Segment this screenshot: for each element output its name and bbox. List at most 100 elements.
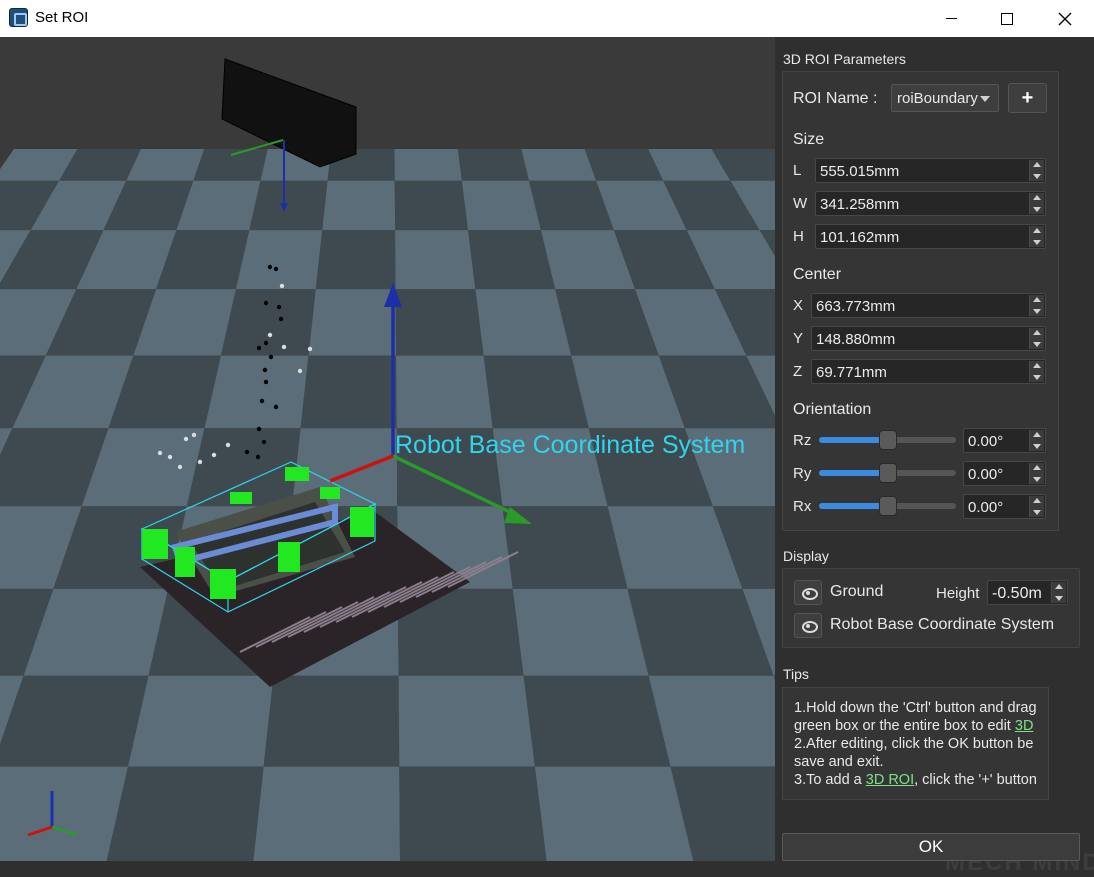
point-cloud-dot [267,264,273,270]
center-y-field[interactable]: 148.880mm [811,326,1046,351]
tips-line: 3.To add a 3D ROI, click the '+' button [794,771,1048,789]
spin-arrows-icon[interactable] [1029,463,1044,484]
floor-tile [235,230,323,290]
rx-field[interactable]: 0.00° [963,494,1046,519]
size-w-label: W [793,195,808,212]
spin-arrows-icon[interactable] [1029,160,1044,181]
size-l-label: L [793,162,802,179]
point-cloud-dot [191,432,197,438]
floor-tile [128,675,274,767]
spin-arrows-icon[interactable] [1029,193,1044,214]
size-title: Size [793,131,825,148]
point-cloud-dot [263,379,269,385]
size-h-field[interactable]: 101.162mm [815,224,1046,249]
floor-tile [398,675,535,767]
floor-tile [263,675,400,767]
chevron-down-icon [980,96,990,102]
center-title: Center [793,266,842,283]
point-cloud-dot [183,436,189,442]
floor-tile [475,289,572,356]
roi-resize-handle [230,492,252,504]
display-title: Display [783,548,829,564]
slider-handle[interactable] [878,496,897,516]
3d-viewport[interactable]: Robot Base Coordinate System [0,37,775,861]
point-cloud-dot [177,464,183,470]
ground-label: Ground [830,583,884,600]
ry-slider[interactable] [819,463,956,483]
point-cloud-dot [263,340,269,346]
tips-link-3d-roi[interactable]: 3D ROI [866,772,914,788]
roi-resize-handle [142,529,168,559]
floor-tile [308,289,397,356]
tips-title: Tips [783,666,809,682]
floor-tile [523,675,671,767]
spin-arrows-icon[interactable] [1029,361,1044,382]
rx-slider[interactable] [819,496,956,516]
spin-arrows-icon[interactable] [1051,582,1066,603]
add-roi-button[interactable]: + [1008,83,1047,113]
center-x-field[interactable]: 663.773mm [811,293,1046,318]
center-x-label: X [793,297,804,314]
size-w-value: 341.258mm [820,196,900,213]
ry-field[interactable]: 0.00° [963,461,1046,486]
point-cloud-dot [273,404,279,410]
point-cloud-dot [297,368,303,374]
tips-text: green box or the entire box to edit [794,718,1015,734]
spin-arrows-icon[interactable] [1029,328,1044,349]
roi-resize-handle [350,507,374,537]
roi-resize-handle [278,542,300,572]
floor-tile [396,355,493,429]
floor-tile [457,149,530,181]
roi-resize-handle [210,569,236,599]
right-panel: 3D ROI Parameters ROI Name : roiBoundary… [775,37,1094,876]
center-y-label: Y [793,330,804,347]
height-value: -0.50m [992,585,1042,602]
rz-field[interactable]: 0.00° [963,428,1046,453]
height-label: Height [936,585,980,602]
spin-arrows-icon[interactable] [1029,430,1044,451]
floor-tile [512,588,649,676]
slider-handle[interactable] [878,430,897,450]
point-cloud-dot [167,454,173,460]
roi-name-select[interactable]: roiBoundary [891,84,999,112]
rz-slider[interactable] [819,430,956,450]
spin-arrows-icon[interactable] [1029,226,1044,247]
floor-tile [468,230,556,290]
floor-tile [648,675,775,767]
point-cloud-dot [268,354,274,360]
floor-tile [106,766,264,861]
ok-button[interactable]: OK [782,833,1080,861]
point-cloud-dot [273,266,279,272]
slider-handle[interactable] [878,463,897,483]
spin-arrows-icon[interactable] [1029,496,1044,517]
center-z-label: Z [793,363,803,380]
maximize-button[interactable] [978,0,1036,37]
robot-base-visibility-toggle[interactable] [794,613,822,638]
point-cloud-dot [262,367,268,373]
point-cloud-dot [263,300,269,306]
rx-label: Rx [793,498,812,515]
center-y-value: 148.880mm [816,331,896,348]
center-z-value: 69.771mm [816,364,887,381]
close-button[interactable] [1036,0,1094,37]
app-icon [9,8,28,27]
close-icon [1058,12,1072,25]
rz-label: Rz [793,432,812,449]
tips-link-3d[interactable]: 3D [1015,718,1034,734]
center-z-field[interactable]: 69.771mm [811,359,1046,384]
size-l-field[interactable]: 555.015mm [815,158,1046,183]
spin-arrows-icon[interactable] [1029,295,1044,316]
size-w-field[interactable]: 341.258mm [815,191,1046,216]
point-cloud-dot [278,316,284,322]
floor-tile [193,149,268,181]
slider-fill [819,503,888,509]
minimize-button[interactable] [922,0,980,37]
floor-tile [483,355,589,429]
height-field[interactable]: -0.50m [987,580,1068,605]
tips-text: 3.To add a [794,772,866,788]
point-cloud-dot [255,454,261,460]
ground-visibility-toggle[interactable] [794,580,822,605]
orientation-title: Orientation [793,401,872,418]
robot-base-label: Robot Base Coordinate System [395,431,746,459]
point-cloud-dot [261,439,267,445]
